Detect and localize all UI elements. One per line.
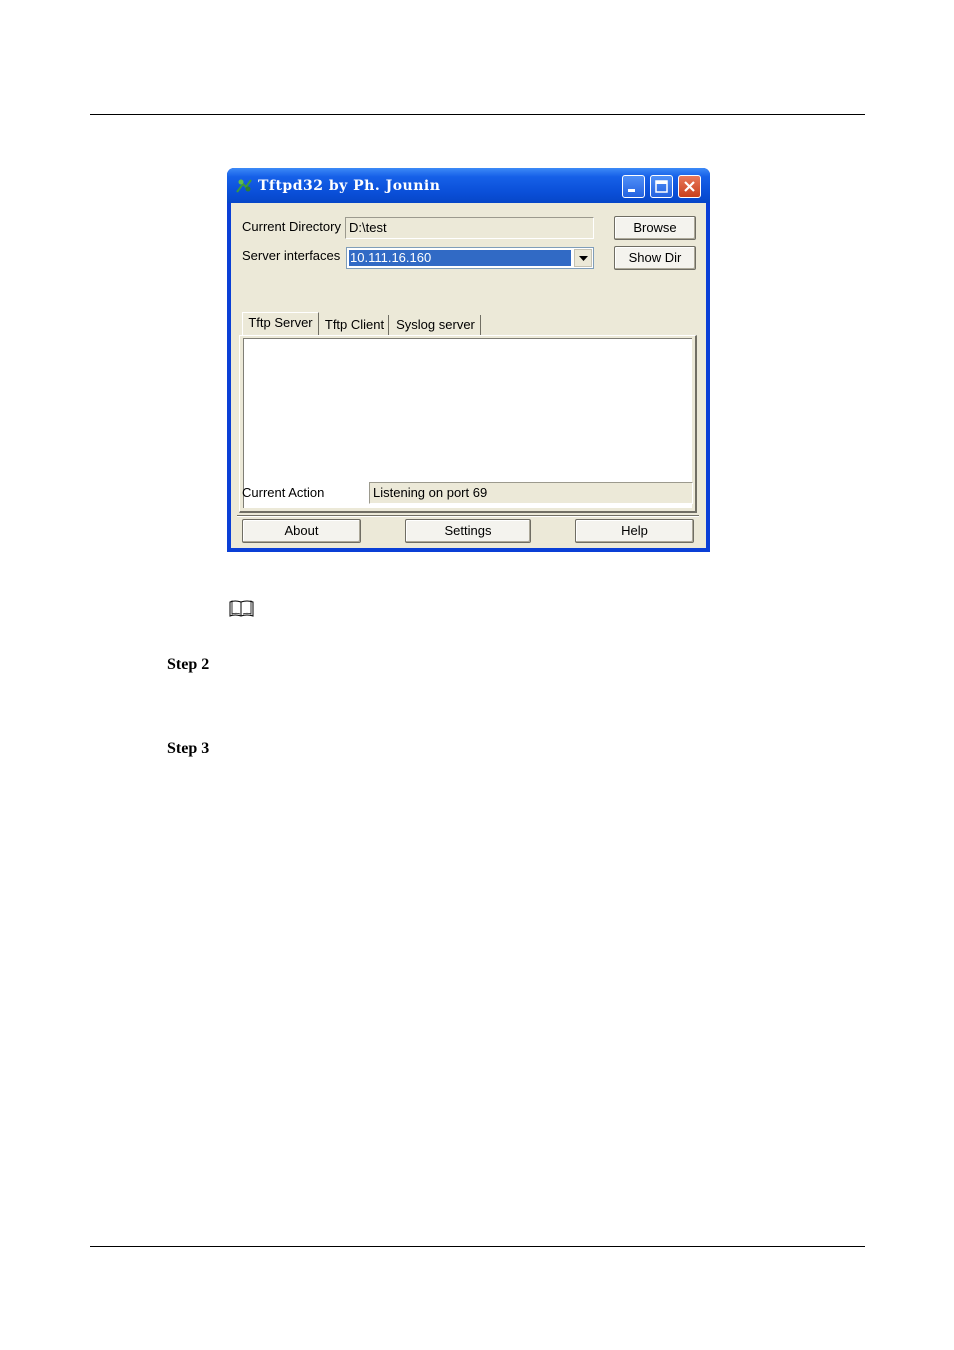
book-icon — [229, 600, 254, 617]
button-separator — [237, 515, 699, 517]
about-button[interactable]: About — [242, 519, 361, 543]
close-button[interactable] — [678, 175, 701, 198]
about-label: About — [284, 523, 319, 538]
step-3-heading: Step 3 — [167, 740, 210, 757]
browse-button[interactable]: Browse — [614, 216, 696, 240]
tab-tftp-client[interactable]: Tftp Client — [321, 315, 389, 337]
window-title: Tftpd32 by Ph. Jounin — [258, 178, 441, 194]
app-icon — [236, 179, 252, 193]
maximize-button[interactable] — [650, 175, 673, 198]
tab-label: Tftp Server — [248, 315, 313, 330]
header-rule — [90, 114, 865, 115]
tftpd32-window: Tftpd32 by Ph. Jounin Current Directory … — [227, 168, 710, 552]
maximize-icon — [655, 180, 668, 193]
current-directory-label: Current Directory — [242, 219, 341, 234]
browse-label: Browse — [633, 220, 677, 235]
help-label: Help — [621, 523, 648, 538]
server-interfaces-select[interactable]: 10.111.16.160 — [346, 247, 594, 269]
chevron-down-icon — [579, 256, 588, 261]
window-client-area: Current Directory D:\test Browse Server … — [231, 203, 706, 548]
tab-tftp-server[interactable]: Tftp Server — [242, 312, 319, 336]
tab-syslog-server[interactable]: Syslog server — [391, 315, 481, 337]
minimize-icon — [628, 189, 635, 192]
server-interfaces-value: 10.111.16.160 — [349, 250, 571, 266]
dropdown-button[interactable] — [574, 249, 592, 267]
title-bar[interactable]: Tftpd32 by Ph. Jounin — [227, 168, 710, 203]
tab-label: Tftp Client — [324, 317, 385, 332]
current-action-field: Listening on port 69 — [369, 482, 693, 504]
minimize-button[interactable] — [622, 175, 645, 198]
step-2-heading: Step 2 — [167, 656, 210, 673]
settings-button[interactable]: Settings — [405, 519, 531, 543]
help-button[interactable]: Help — [575, 519, 694, 543]
current-directory-field[interactable]: D:\test — [345, 217, 594, 239]
settings-label: Settings — [444, 523, 492, 538]
server-interfaces-label: Server interfaces — [242, 248, 341, 263]
current-action-label: Current Action — [242, 485, 325, 500]
tab-label: Syslog server — [396, 317, 475, 332]
show-dir-button[interactable]: Show Dir — [614, 246, 696, 270]
footer-rule — [90, 1246, 865, 1247]
close-icon — [684, 181, 695, 192]
show-dir-label: Show Dir — [628, 250, 682, 265]
